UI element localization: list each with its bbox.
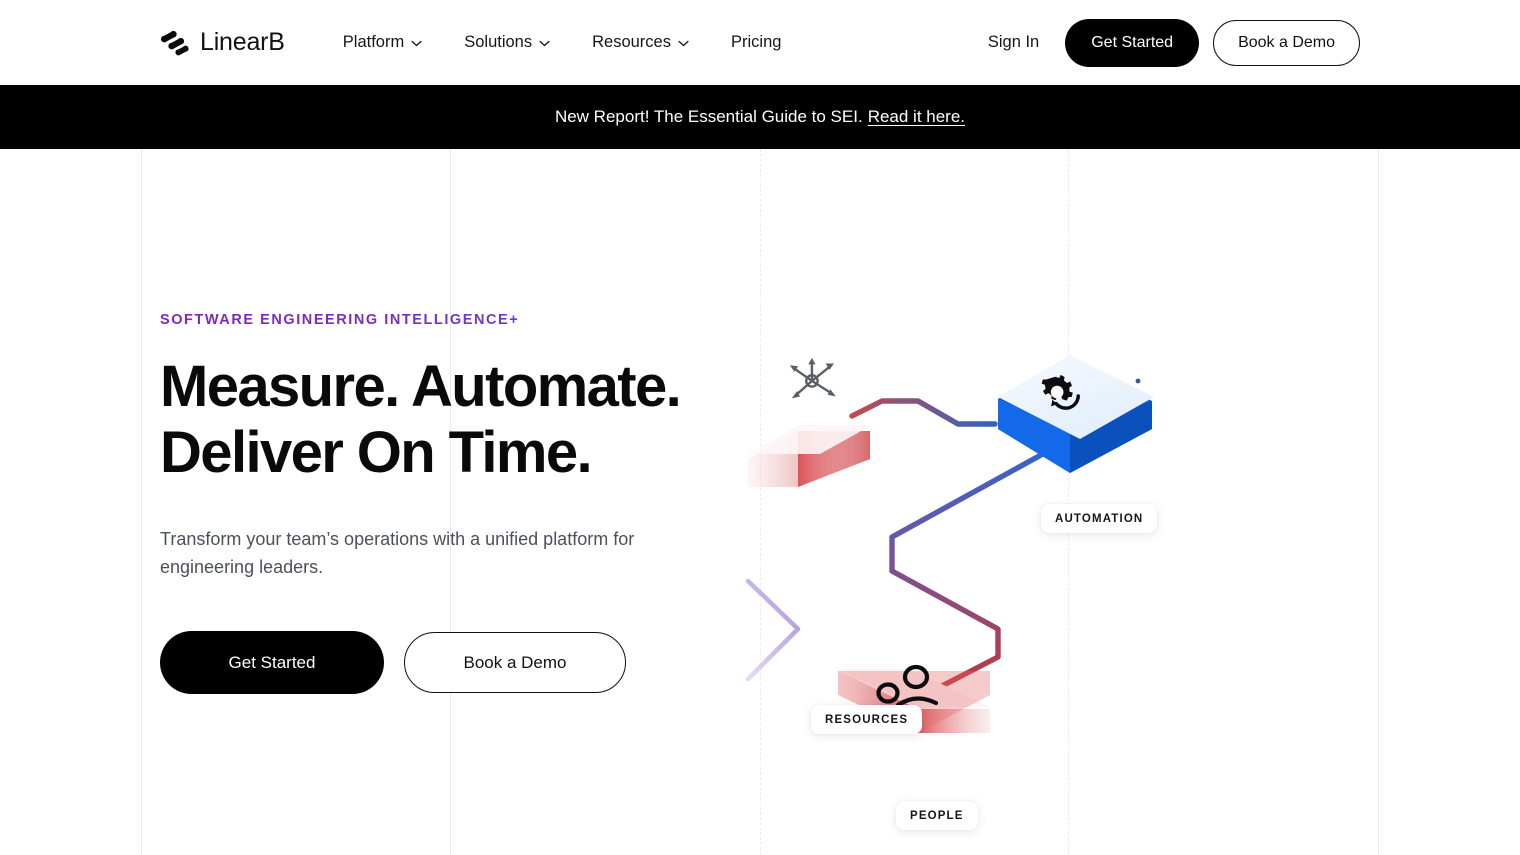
main-navigation: Platform Solutions Resources Pricing (343, 23, 782, 62)
hero-eyebrow: SOFTWARE ENGINEERING INTELLIGENCE+ (160, 312, 760, 328)
announcement-banner[interactable]: New Report! The Essential Guide to SEI. … (0, 85, 1520, 149)
get-started-button[interactable]: Get Started (1065, 18, 1200, 67)
hero-book-a-demo-button[interactable]: Book a Demo (404, 632, 626, 694)
chevron-down-icon (539, 40, 550, 47)
chevron-down-icon (411, 40, 422, 47)
flow-line-resources-to-automation (849, 398, 998, 427)
nav-label: Resources (592, 33, 671, 51)
announcement-text: New Report! The Essential Guide to SEI. (554, 107, 863, 126)
chevron-down-icon (678, 40, 689, 47)
flow-line-automation-to-people (889, 414, 1073, 690)
hero-cta-group: Get Started Book a Demo (160, 631, 760, 695)
nav-label: Platform (342, 33, 405, 51)
page-root: LinearB Platform Solutions Resources Pri… (0, 0, 1520, 855)
nav-label: Solutions (464, 33, 533, 51)
announcement-link[interactable]: Read it here. (868, 107, 965, 127)
hero-subheadline: Transform your team’s operations with a … (160, 529, 635, 578)
badge-resources: RESOURCES (811, 705, 923, 734)
automation-node (998, 355, 1154, 473)
linearb-logo-icon (161, 30, 189, 55)
grid-line (141, 149, 142, 855)
network-nodes-icon (789, 357, 836, 399)
hero-content: SOFTWARE ENGINEERING INTELLIGENCE+ Measu… (160, 312, 760, 695)
nav-item-resources[interactable]: Resources (592, 23, 689, 62)
hero-headline: Measure. Automate. Deliver On Time. (160, 354, 760, 485)
nav-item-pricing[interactable]: Pricing (731, 23, 781, 62)
grid-line (1378, 149, 1379, 855)
site-header: LinearB Platform Solutions Resources Pri… (0, 0, 1520, 85)
headline-line-2: Deliver On Time. (160, 419, 593, 485)
header-actions: Sign In Get Started Book a Demo (988, 18, 1360, 67)
brand-name: LinearB (200, 28, 285, 56)
sign-in-link[interactable]: Sign In (988, 33, 1039, 52)
brand-logo-link[interactable]: LinearB (160, 28, 285, 57)
headline-line-1: Measure. Automate. (160, 354, 682, 419)
nav-label: Pricing (730, 33, 782, 51)
nav-item-solutions[interactable]: Solutions (464, 23, 550, 62)
resources-node (748, 357, 872, 487)
book-a-demo-button[interactable]: Book a Demo (1213, 19, 1360, 66)
isometric-flow-diagram (745, 355, 1154, 733)
nav-item-platform[interactable]: Platform (343, 23, 422, 62)
hero-illustration (740, 339, 1220, 809)
hero-get-started-button[interactable]: Get Started (160, 631, 384, 695)
hero-section: SOFTWARE ENGINEERING INTELLIGENCE+ Measu… (0, 149, 1520, 855)
badge-automation: AUTOMATION (1041, 504, 1158, 533)
badge-people: PEOPLE (896, 801, 978, 830)
